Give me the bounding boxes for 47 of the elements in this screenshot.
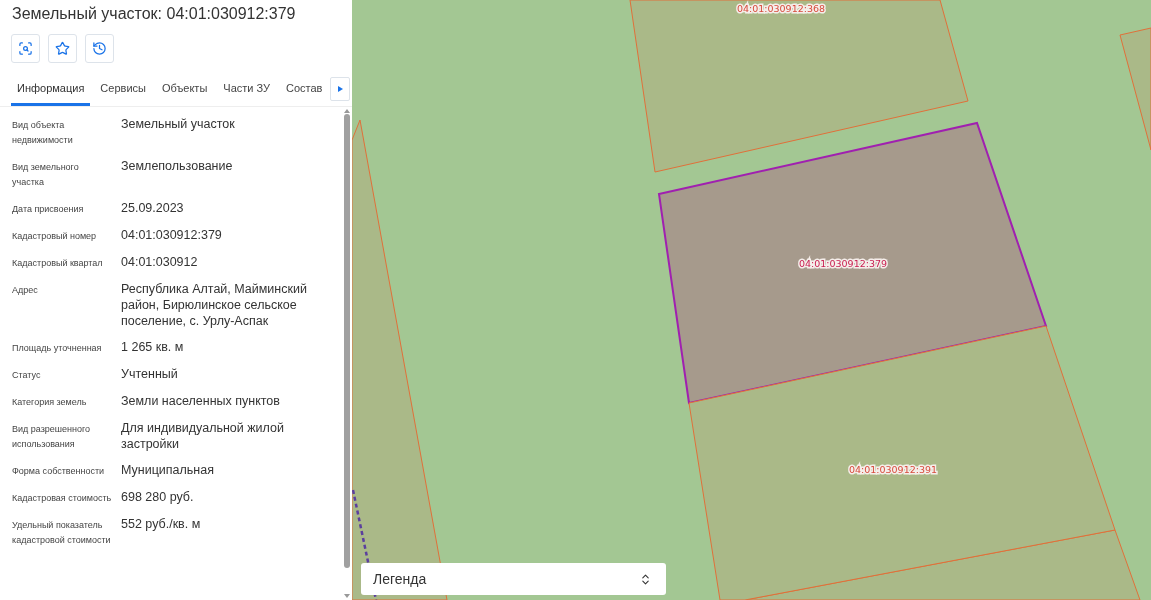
property-label: Вид земельного участка (12, 160, 80, 189)
tab[interactable]: Состав (280, 72, 329, 106)
property-value: Для индивидуальной жилой застройки (121, 419, 285, 452)
property-value: 25.09.2023 (121, 199, 185, 217)
search-area-button[interactable] (11, 34, 40, 63)
property-value: Землепользование (121, 157, 234, 175)
panel-title: Земельный участок: 04:01:030912:379 (11, 4, 297, 24)
history-button[interactable] (85, 34, 114, 63)
property-label: Удельный показатель кадастровой стоимости (12, 518, 112, 547)
property-value: Республика Алтай, Майминский район, Бирюлинское сельское поселение, с. Урлу-Аспак (121, 280, 308, 329)
caret-icon (337, 85, 343, 92)
property-value: Земельный участок (121, 115, 236, 133)
tab[interactable]: Части ЗУ (217, 72, 276, 106)
property-value: Земли населенных пунктов (121, 392, 281, 410)
property-value: 698 280 руб. (121, 488, 195, 506)
chevron-icon (639, 572, 652, 586)
search-icon (18, 41, 33, 56)
history-icon (92, 41, 107, 56)
tab[interactable]: Информация (11, 72, 91, 106)
tab[interactable]: Объекты (155, 72, 214, 106)
parcel-label: 04:01:030912:368 (736, 3, 826, 14)
property-label: Кадастровый квартал (12, 256, 104, 270)
property-label: Адрес (12, 283, 39, 297)
parcel-label: 04:01:030912:391 (848, 464, 938, 475)
legend-dropdown[interactable]: Легенда (361, 563, 666, 595)
scroll-down-icon (344, 594, 350, 598)
property-value: Учтенный (121, 365, 179, 383)
property-label: Кадастровая стоимость (12, 491, 112, 505)
parcel-label: 04:01:030912:379 (798, 258, 888, 269)
property-value: 1 265 кв. м (121, 338, 185, 356)
tab[interactable]: Сервисы (94, 72, 152, 106)
property-value: 552 руб./кв. м (121, 515, 202, 533)
property-label: Дата присвоения (12, 202, 85, 216)
selected-parcel[interactable] (657, 121, 1048, 405)
property-label: Статус (12, 368, 42, 382)
property-label: Вид объекта недвижимости (12, 118, 74, 147)
property-label: Категория земель (12, 395, 88, 409)
property-value: Муниципальная (121, 461, 215, 479)
property-label: Вид разрешенного использования (12, 422, 92, 451)
property-label: Площадь уточненная (12, 341, 103, 355)
favorite-button[interactable] (48, 34, 77, 63)
property-value: 04:01:030912 (121, 253, 199, 271)
tabs-scroll-button[interactable] (330, 76, 350, 101)
property-label: Форма собственности (12, 464, 106, 478)
property-value: 04:01:030912:379 (121, 226, 223, 244)
star-icon (55, 41, 70, 56)
property-label: Кадастровый номер (12, 229, 98, 243)
